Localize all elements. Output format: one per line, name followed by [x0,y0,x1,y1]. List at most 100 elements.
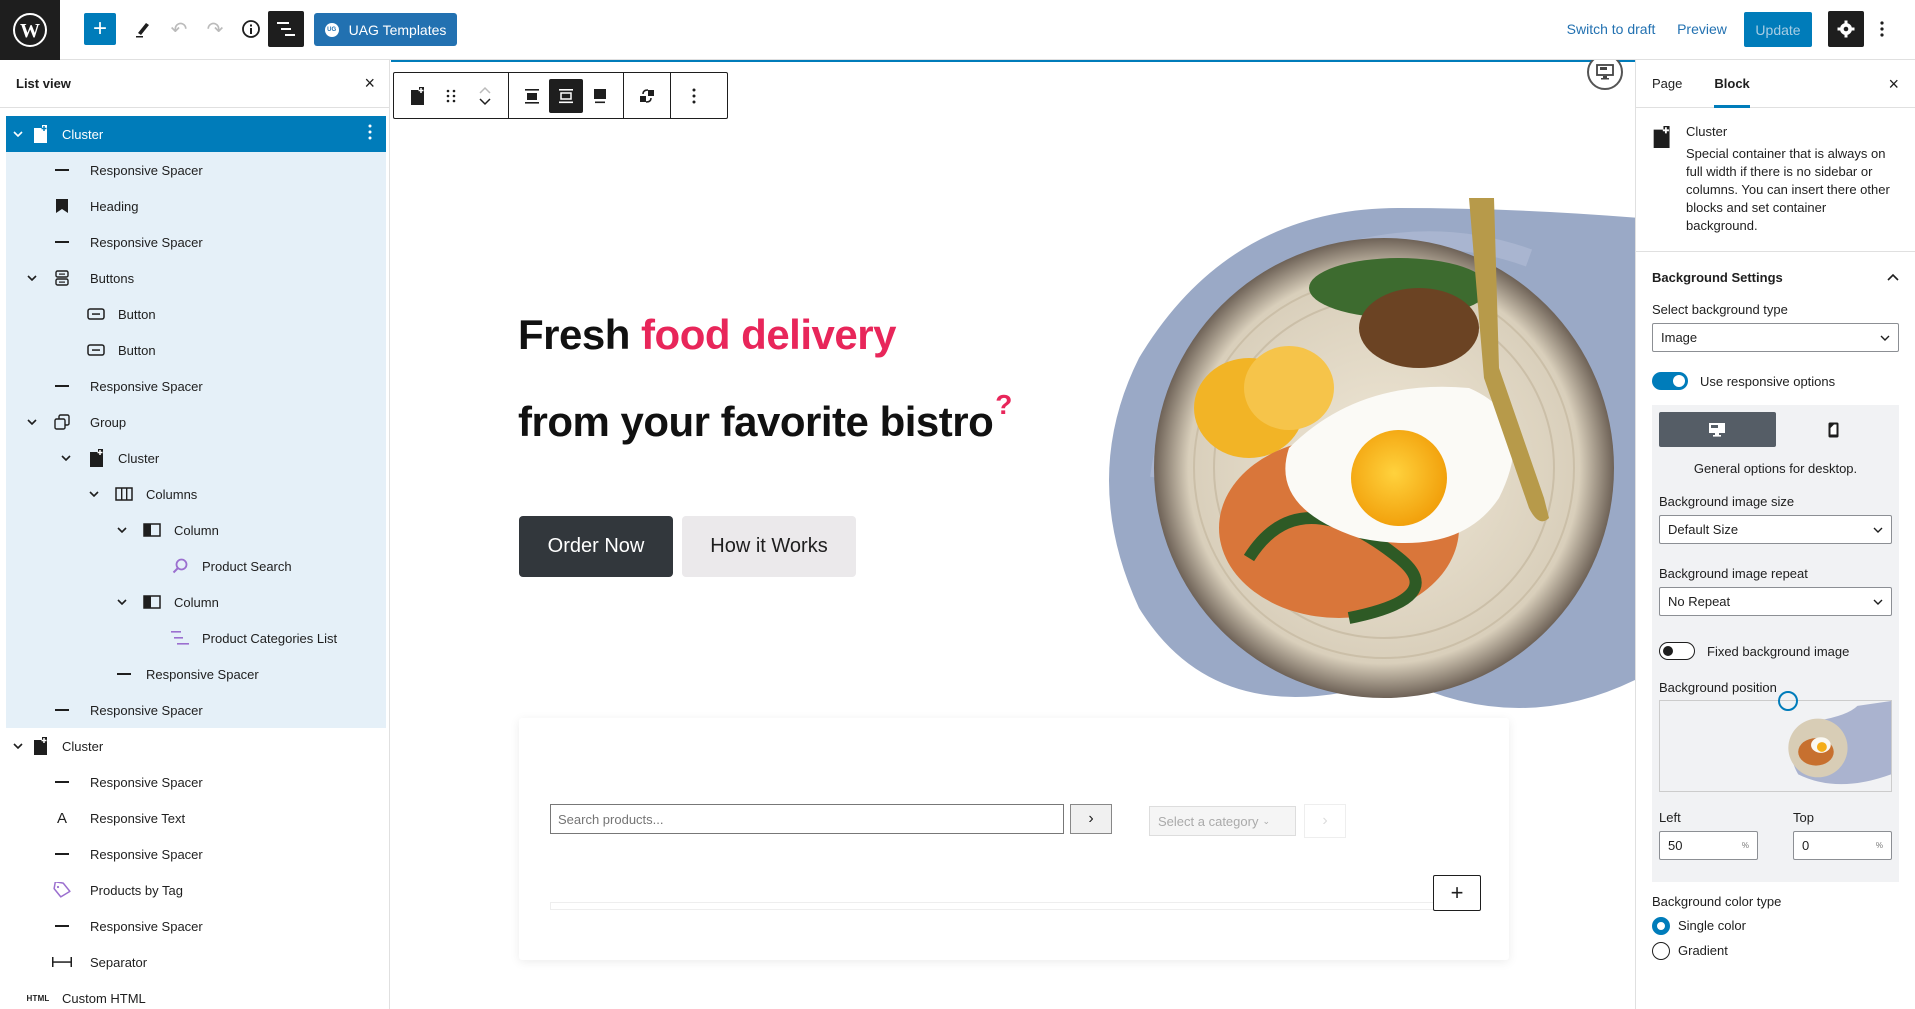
list-view-item[interactable]: Product Search [6,548,386,584]
list-view-item[interactable]: Responsive Spacer [6,656,386,692]
list-view-item-label: Cluster [62,738,104,754]
list-view-item-label: Button [118,306,156,322]
image-repeat-select[interactable]: No Repeat [1659,587,1892,616]
list-view-item[interactable]: Column [6,584,386,620]
chevron-down-icon[interactable] [60,452,72,464]
list-view-item[interactable]: Heading [6,188,386,224]
chevron-right-icon: › [1088,810,1094,827]
list-view-item[interactable]: Button [6,332,386,368]
settings-button[interactable] [1828,11,1864,47]
background-type-select[interactable]: Image [1652,323,1899,352]
background-settings-panel-toggle[interactable]: Background Settings [1636,252,1915,302]
chevron-down-icon[interactable] [88,488,100,500]
list-view-item[interactable]: Columns [6,476,386,512]
category-submit-button[interactable]: › [1304,804,1346,838]
hero-heading[interactable]: Fresh food delivery from your favorite b… [518,300,1012,457]
chevron-down-icon [1880,335,1890,341]
tab-block[interactable]: Block [1698,60,1765,108]
list-view-item[interactable]: Cluster [6,728,386,764]
list-view-item[interactable]: HTML Custom HTML [6,980,386,1009]
chevron-down-icon[interactable] [26,272,38,284]
redo-button[interactable]: ↷ [200,14,230,44]
block-options-button[interactable] [677,79,711,113]
settings-sidebar: Page Block × Cluster Special container t… [1635,60,1915,1009]
focal-point-picker[interactable] [1659,691,1892,792]
mobile-tab[interactable] [1776,412,1893,447]
block-type-button[interactable] [400,79,434,113]
list-view-item[interactable]: Responsive Spacer [6,692,386,728]
add-block-button[interactable]: + [1433,875,1481,911]
move-up-down-buttons[interactable] [468,79,502,113]
list-item-options-button[interactable] [368,124,372,145]
list-view-header: List view × [0,60,389,108]
responsive-options-toggle[interactable] [1652,372,1688,390]
chevron-down-icon[interactable] [116,524,128,536]
list-view-item[interactable]: Button [6,296,386,332]
list-view-item[interactable]: Responsive Spacer [6,368,386,404]
update-button[interactable]: Update [1744,12,1812,47]
options-menu-button[interactable] [1870,14,1894,44]
chevron-down-icon[interactable] [12,128,24,140]
device-preview-button[interactable] [1587,60,1623,90]
desktop-tab[interactable] [1659,412,1776,447]
align-top-button[interactable] [515,79,549,113]
align-bottom-button[interactable] [583,79,617,113]
undo-button[interactable]: ↶ [164,14,194,44]
top-input[interactable]: 0 % [1793,831,1892,860]
list-view-item[interactable]: Responsive Spacer [6,224,386,260]
list-view-item[interactable]: Cluster [6,440,386,476]
drag-handle[interactable] [434,79,468,113]
search-submit-button[interactable]: › [1070,804,1112,834]
color-type-label: Background color type [1652,894,1782,909]
list-view-item[interactable]: Separator [6,944,386,980]
block-card: Cluster Special container that is always… [1636,108,1915,252]
left-input[interactable]: 50 % [1659,831,1758,860]
switch-to-draft-button[interactable]: Switch to draft [1563,16,1659,42]
chevron-down-icon[interactable] [26,416,38,428]
tools-button[interactable] [128,14,158,44]
list-view-item[interactable]: Responsive Spacer [6,836,386,872]
focal-point-handle[interactable] [1778,691,1798,711]
category-select[interactable]: Select a category ⌄ [1149,806,1296,836]
radio-single-color[interactable] [1652,916,1670,935]
order-now-button[interactable]: Order Now [519,516,673,577]
list-view-item[interactable]: Product Categories List [6,620,386,656]
how-it-works-button[interactable]: How it Works [682,516,856,577]
list-view-item[interactable]: Buttons [6,260,386,296]
list-view-item[interactable]: Products by Tag [6,872,386,908]
wordpress-logo-button[interactable]: W [0,0,60,60]
block-toolbar [393,72,728,119]
list-view-item-label: Buttons [90,270,135,286]
details-button[interactable] [236,14,266,44]
list-view-button[interactable] [268,11,304,47]
list-view-item[interactable]: Responsive Spacer [6,908,386,944]
close-list-view-button[interactable]: × [364,73,375,94]
tab-page[interactable]: Page [1636,60,1698,108]
list-view-item[interactable]: A Responsive Text [6,800,386,836]
spacer-icon [52,160,72,180]
more-vertical-icon [368,124,372,139]
color-type-single[interactable]: Single color [1652,913,1899,938]
gear-icon [1837,20,1855,38]
uag-templates-button[interactable]: UG UAG Templates [314,13,457,46]
radio-gradient[interactable] [1652,941,1670,960]
list-view-item[interactable]: Responsive Spacer [6,152,386,188]
transform-button[interactable] [630,79,664,113]
chevron-down-icon[interactable] [12,740,24,752]
list-view-item[interactable]: Group [6,404,386,440]
block-inserter-button[interactable]: + [84,13,116,45]
search-products-input[interactable] [550,804,1064,834]
device-note: General options for desktop. [1693,461,1858,476]
fixed-background-toggle[interactable] [1659,642,1695,660]
left-field: Left 50 % [1659,810,1758,860]
align-center-button[interactable] [549,78,583,113]
list-view-item[interactable]: Cluster [6,116,386,152]
list-view-item[interactable]: Column [6,512,386,548]
list-view-item[interactable]: Responsive Spacer [6,764,386,800]
preview-button[interactable]: Preview [1674,16,1730,42]
color-type-gradient[interactable]: Gradient [1652,938,1899,963]
more-vertical-icon [1880,21,1884,37]
image-size-select[interactable]: Default Size [1659,515,1892,544]
close-settings-button[interactable]: × [1888,74,1899,95]
chevron-down-icon[interactable] [116,596,128,608]
